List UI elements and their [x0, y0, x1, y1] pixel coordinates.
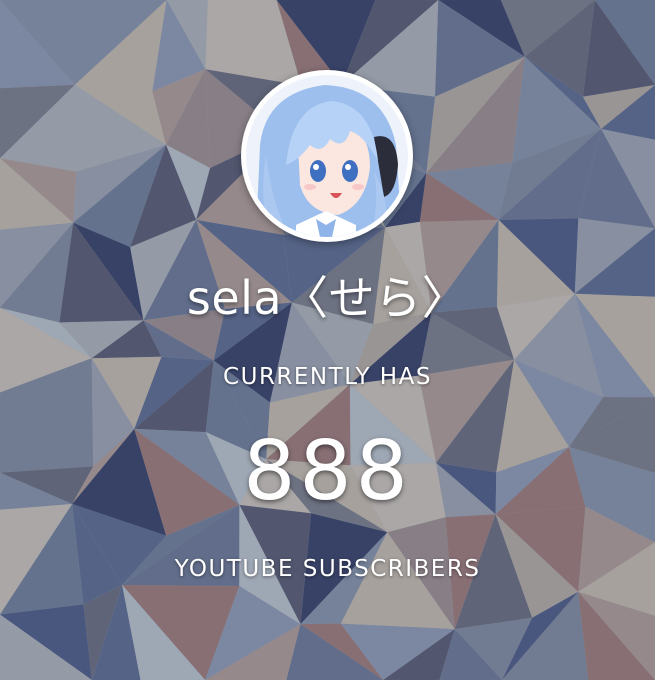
currently-has-label: CURRENTLY HAS	[223, 364, 432, 390]
subscriber-card: sela〈せら〉 CURRENTLY HAS 888 YOUTUBE SUBSC…	[0, 0, 655, 680]
youtube-subscribers-label: YOUTUBE SUBSCRIBERS	[174, 556, 481, 582]
channel-name: sela〈せら〉	[186, 271, 469, 325]
anime-girl-avatar-icon	[246, 75, 408, 237]
subscriber-count: 888	[243, 424, 412, 519]
channel-avatar[interactable]	[241, 70, 413, 242]
